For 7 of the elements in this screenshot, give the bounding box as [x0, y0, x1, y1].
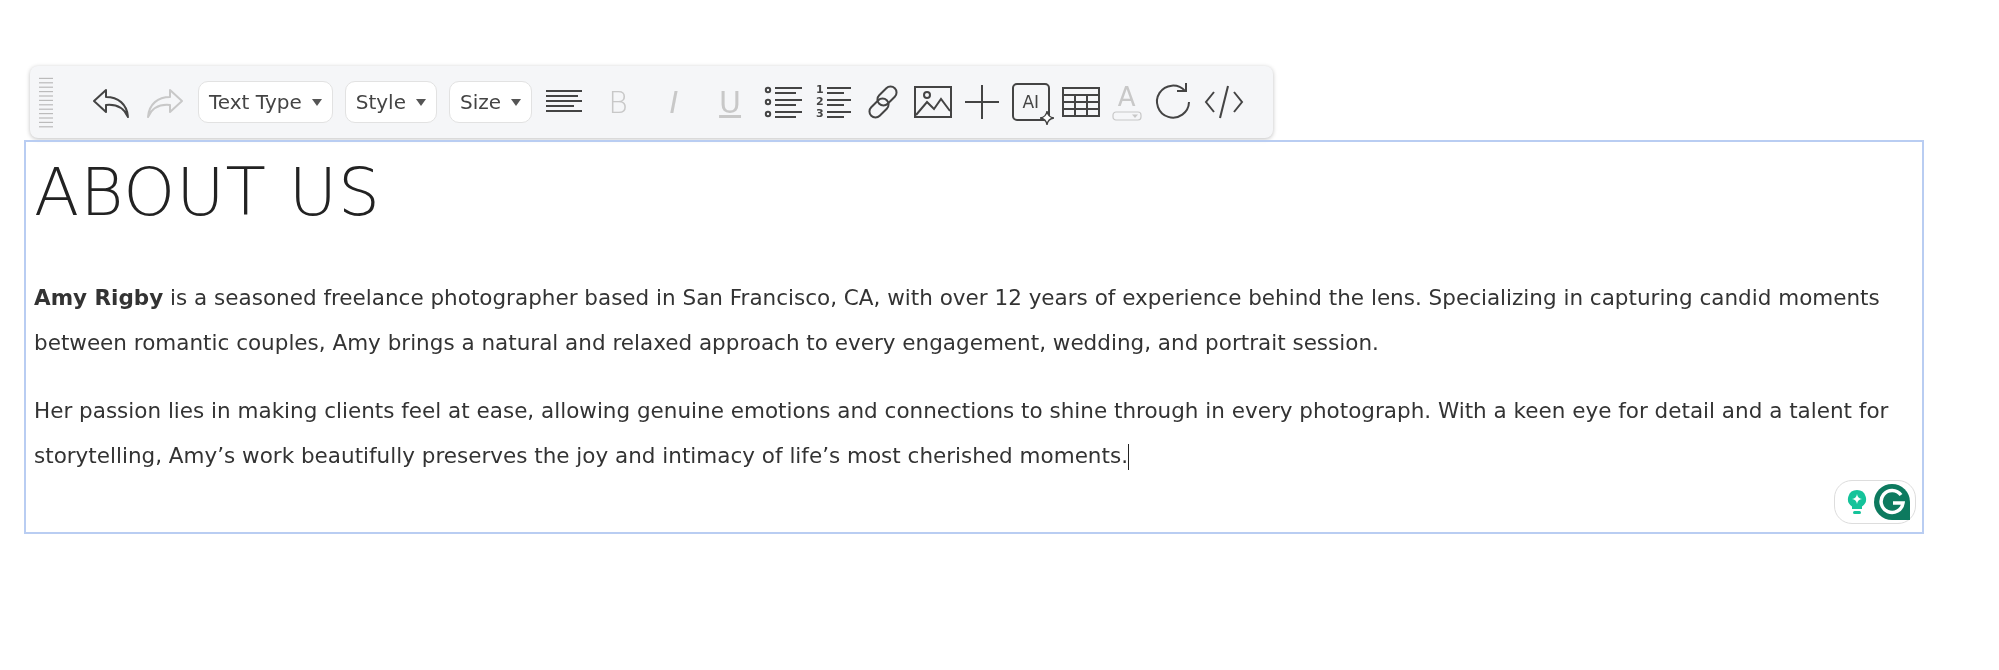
dropdown-button[interactable]: Text Type — [198, 81, 333, 123]
dropdown-button[interactable]: Style — [344, 81, 437, 123]
heading: ABOUT US — [34, 154, 382, 231]
paragraph: Her passion lies in making clients feel at ease, allowing genuine emotions and connections to shine through in every photograph. With a keen eye for detail and a talent for storytelling, Amy’s work beautifully preserves the joy and intimacy of life’s most cherished moments. — [34, 397, 1890, 472]
numbered-list-button[interactable]: 1 2 3 — [816, 84, 852, 120]
dropdown-button[interactable]: Size — [449, 81, 533, 123]
paragraph: Amy Rigby is a seasoned freelance photographer based in San Francisco, CA, with over 12 years of experience behind the lens. Specializing in capturing candid moments between romantic couples, Amy brings a natural and relaxed approach to every engagement, wedding, and portrait session. — [34, 284, 1881, 357]
